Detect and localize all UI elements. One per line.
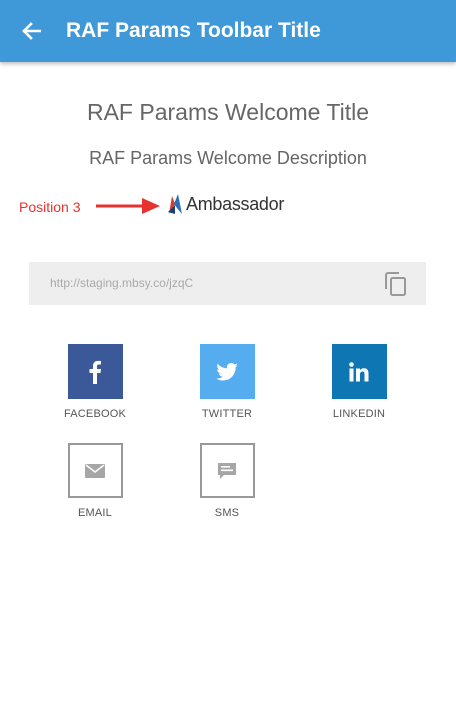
share-email-button[interactable]: EMAIL xyxy=(45,443,145,519)
logo-text: Ambassador xyxy=(186,193,285,214)
share-label-facebook: FACEBOOK xyxy=(63,408,127,420)
twitter-tile[interactable] xyxy=(199,344,255,399)
ambassador-logo: Ambassador xyxy=(166,192,284,216)
toolbar-title: RAF Params Toolbar Title xyxy=(66,19,321,42)
share-facebook-button[interactable]: FACEBOOK xyxy=(45,344,145,420)
share-label-email: EMAIL xyxy=(77,507,112,519)
back-button[interactable] xyxy=(0,0,62,62)
share-link-url: http://staging.mbsy.co/jzqC xyxy=(50,276,194,290)
position-annotation-label: Position 3 xyxy=(19,199,81,215)
message-icon xyxy=(218,462,236,479)
share-sms-button[interactable]: SMS xyxy=(177,443,277,519)
share-twitter-button[interactable]: TWITTER xyxy=(177,344,277,420)
arrow-left-icon xyxy=(22,22,41,40)
copy-icon[interactable] xyxy=(384,271,408,297)
share-linkedin-button[interactable]: LINKEDIN xyxy=(309,344,409,420)
linkedin-icon xyxy=(349,361,369,381)
facebook-icon xyxy=(89,360,101,384)
app-toolbar: RAF Params Toolbar Title xyxy=(0,0,456,62)
share-label-sms: SMS xyxy=(214,507,240,519)
ambassador-logo-icon xyxy=(168,194,182,214)
twitter-icon xyxy=(216,362,238,380)
share-label-linkedin: LINKEDIN xyxy=(332,408,386,420)
arrow-right-icon xyxy=(96,198,160,214)
sms-tile[interactable] xyxy=(199,443,255,498)
linkedin-tile[interactable] xyxy=(331,344,387,399)
welcome-description: RAF Params Welcome Description xyxy=(89,148,367,168)
email-tile[interactable] xyxy=(67,443,123,498)
facebook-tile[interactable] xyxy=(67,344,123,399)
mail-icon xyxy=(85,463,105,478)
share-link-field[interactable]: http://staging.mbsy.co/jzqC xyxy=(29,262,426,305)
share-label-twitter: TWITTER xyxy=(201,408,253,420)
welcome-title: RAF Params Welcome Title xyxy=(86,99,370,125)
